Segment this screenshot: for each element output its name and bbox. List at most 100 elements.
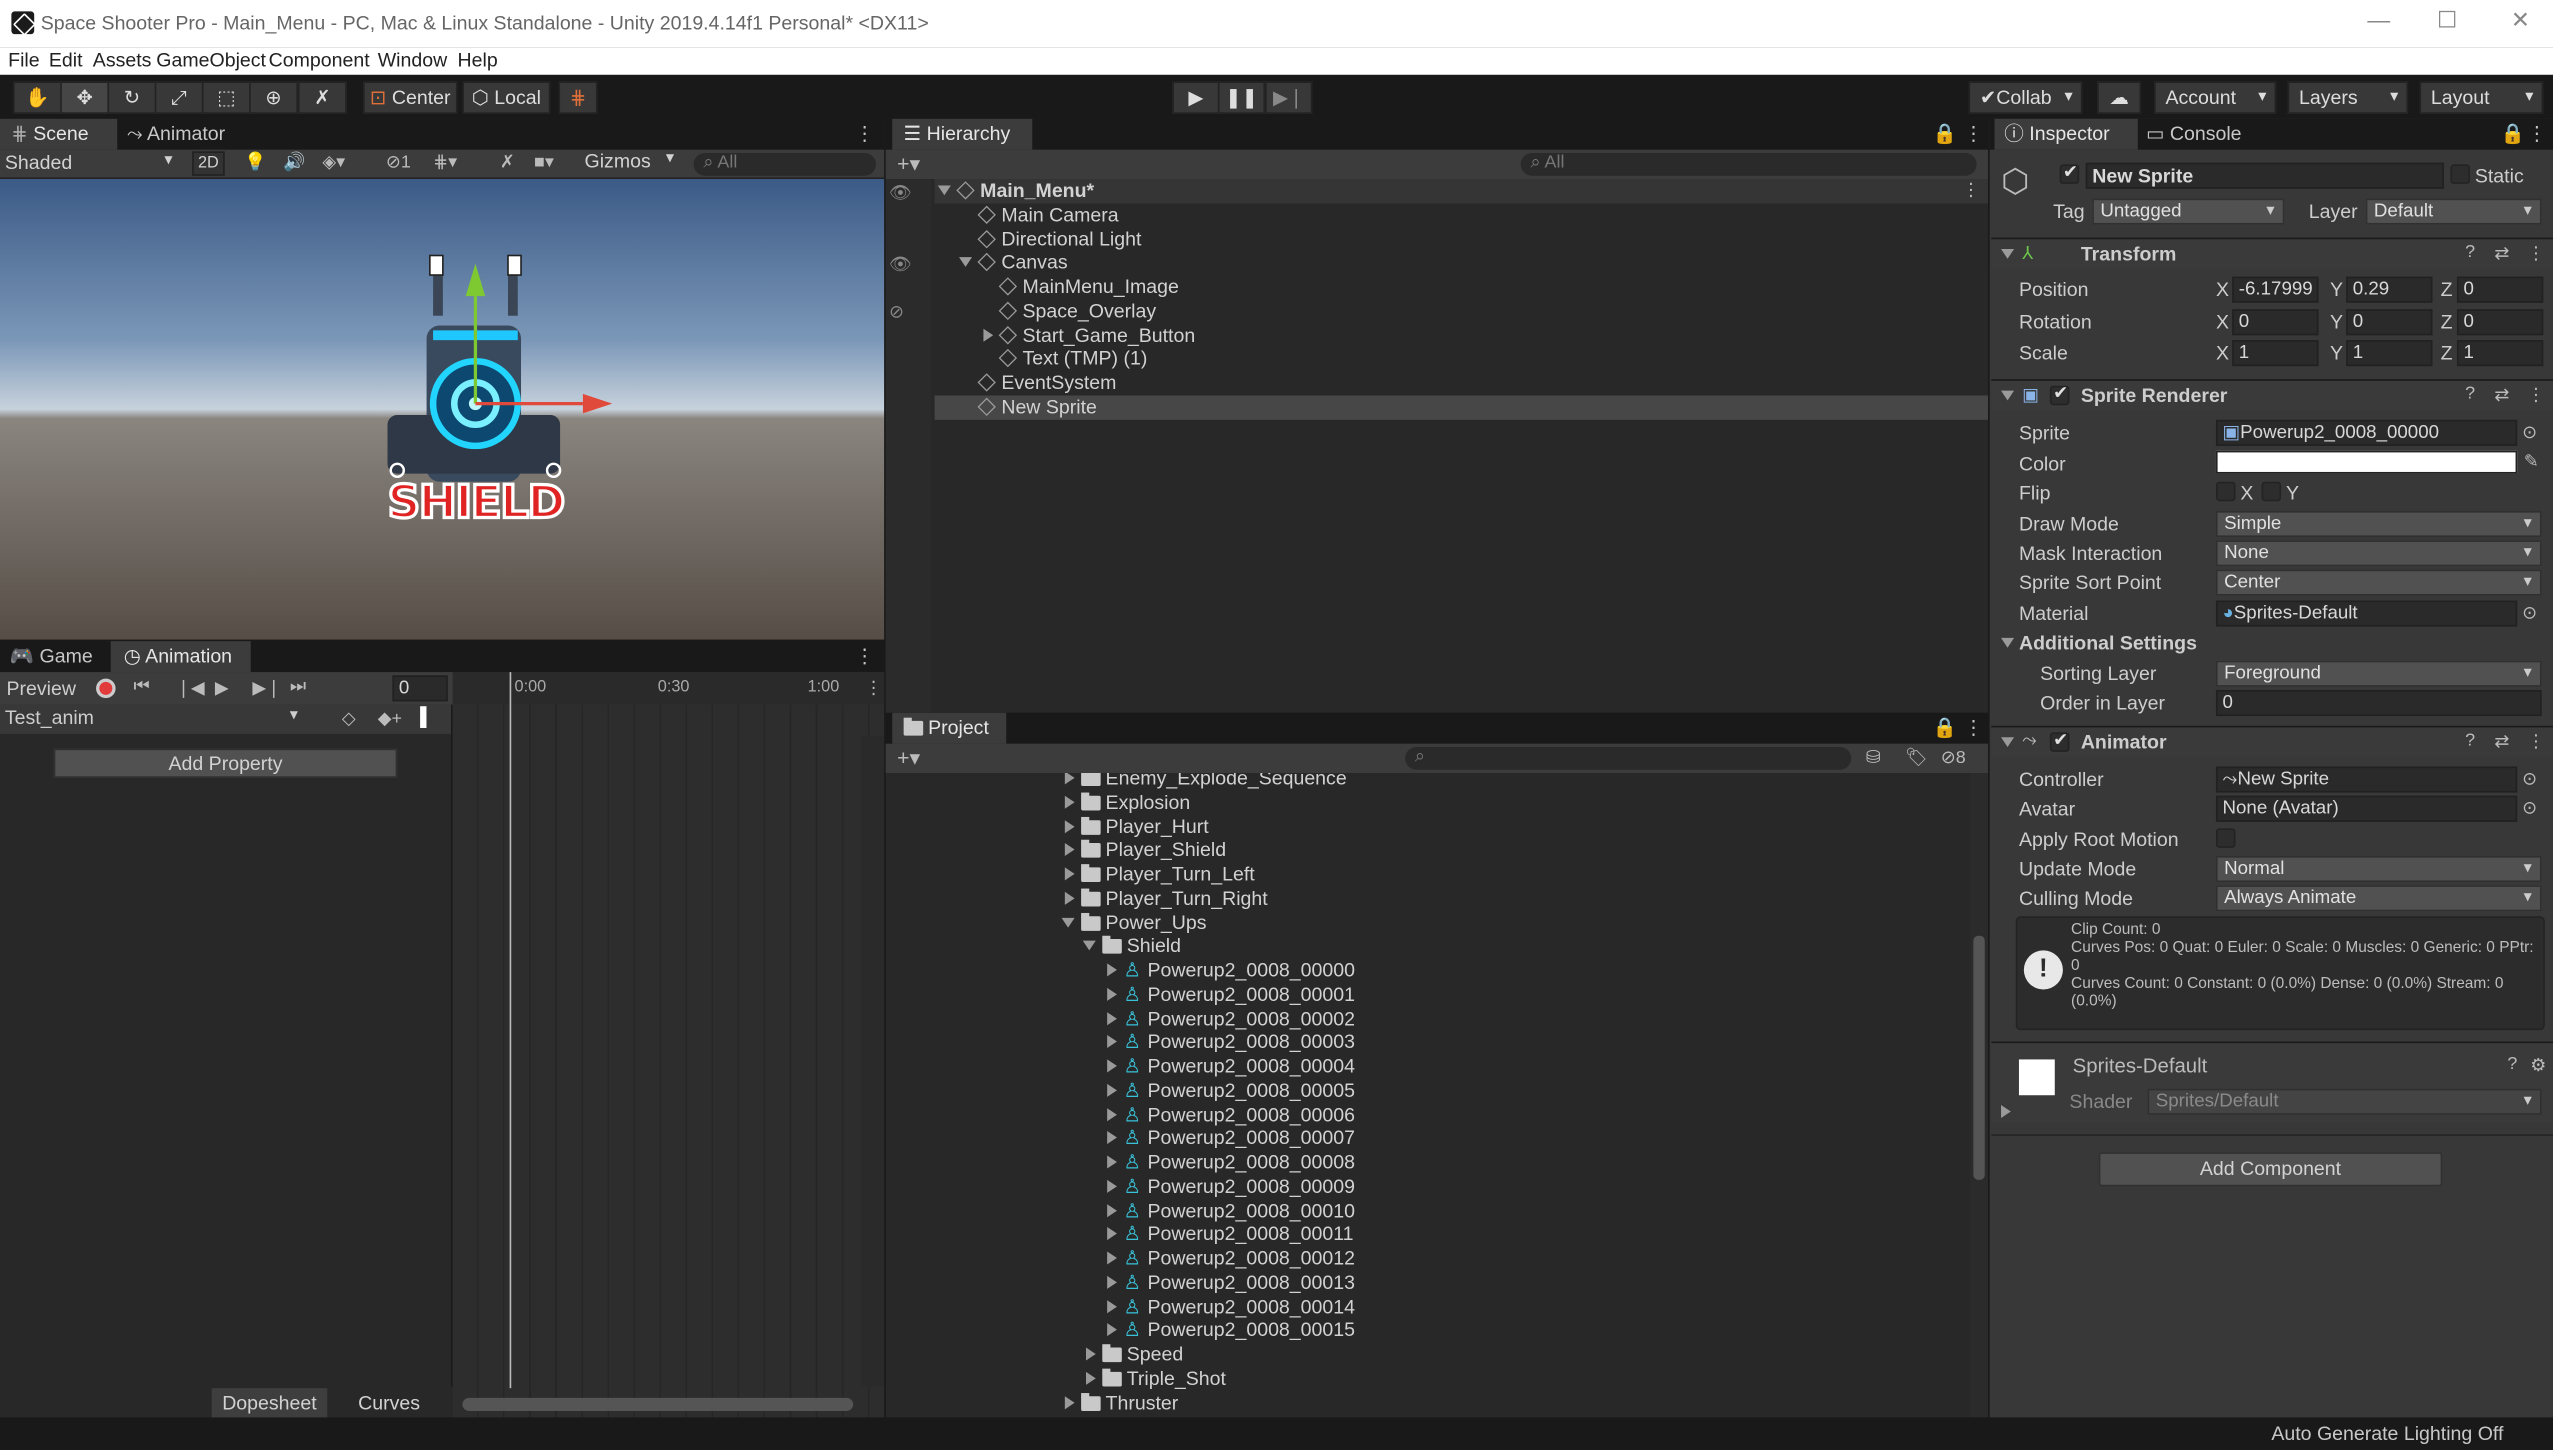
collapse-arrow-icon[interactable] [1107,1203,1117,1217]
position-x-field[interactable]: -6.17999 [2232,276,2319,303]
hierarchy-item[interactable]: New Sprite [934,395,1989,420]
scale-y-field[interactable]: 1 [2346,340,2433,367]
pivot-center-button[interactable]: ⊡ Center [363,81,458,114]
layer-dropdown[interactable]: Default [2365,198,2542,225]
menu-window[interactable]: Window [378,49,448,72]
apply-root-motion-checkbox[interactable] [2215,828,2236,848]
menu-component[interactable]: Component [269,49,370,72]
gizmos-dropdown[interactable]: Gizmos [585,150,683,178]
account-dropdown[interactable]: Account [2154,81,2277,114]
prev-key-icon[interactable]: ❘◀ [176,677,205,699]
create-plus-icon[interactable]: +▾ [897,745,920,771]
update-mode-dropdown[interactable]: Normal [2215,856,2542,883]
hierarchy-item[interactable]: Main Camera [935,203,1988,227]
project-folder[interactable]: Enemy_Explode_Sequence [886,773,1967,790]
pivot-local-button[interactable]: ⬡ Local [462,81,551,114]
record-icon[interactable] [96,678,116,699]
expand-arrow-icon[interactable] [1061,917,1075,927]
collapse-arrow-icon[interactable] [1107,1179,1117,1193]
project-asset[interactable]: ♙ Powerup2_0008_00009 [886,1175,1967,1199]
hierarchy-item[interactable]: EventSystem [935,371,1988,395]
project-folder[interactable]: Speed [886,1343,1967,1367]
flip-y-checkbox[interactable] [2261,481,2282,502]
tab-animation[interactable]: ◷ Animation [110,641,251,673]
collapse-arrow-icon[interactable] [1107,1299,1117,1313]
collapse-arrow-icon[interactable] [1107,963,1117,977]
layers-dropdown[interactable]: Layers [2287,81,2409,114]
menu-assets[interactable]: Assets [93,49,152,72]
dopesheet-area[interactable] [452,704,885,1418]
project-asset[interactable]: ♙ Powerup2_0008_00002 [886,1007,1967,1031]
scale-z-field[interactable]: 1 [2456,340,2544,367]
add-property-button[interactable]: Add Property [53,748,398,778]
collapse-arrow-icon[interactable] [1107,1011,1117,1025]
help-icon[interactable]: ? [2507,1055,2517,1075]
project-asset[interactable]: ♙ Powerup2_0008_00013 [886,1271,1967,1295]
project-folder[interactable]: Shield [886,935,1967,959]
play-anim-icon[interactable]: ▶ [215,677,229,699]
expand-arrow-icon[interactable] [959,257,973,268]
active-checkbox[interactable] [2059,161,2080,184]
collapse-arrow-icon[interactable] [1107,1323,1117,1337]
collapse-arrow-icon[interactable] [1107,1083,1117,1097]
project-asset[interactable]: ♙ Powerup2_0008_00008 [886,1151,1967,1175]
preset-icon[interactable]: ⇄ [2494,242,2509,264]
transform-header[interactable]: ⅄ Transform ? ⇄ ⋮ [1991,237,2553,269]
create-plus-icon[interactable]: +▾ [897,151,920,177]
tab-console[interactable]: ▭ Console [2146,119,2276,150]
shader-dropdown[interactable]: Sprites/Default [2147,1088,2542,1115]
animation-menu-icon[interactable]: ⋮ [855,641,878,672]
tab-game[interactable]: 🎮 Game [0,641,107,672]
playhead[interactable] [509,672,512,1389]
collapse-arrow-icon[interactable] [1107,1107,1117,1121]
project-asset[interactable]: ♙ Powerup2_0008_00010 [886,1199,1967,1223]
hierarchy-item[interactable]: Text (TMP) (1) [935,347,1988,371]
scale-x-field[interactable]: 1 [2232,340,2319,367]
position-z-field[interactable]: 0 [2456,276,2544,303]
close-button[interactable]: ✕ [2496,7,2545,35]
material-field[interactable]: ◕Sprites-Default [2215,600,2518,627]
dopesheet-tab[interactable]: Dopesheet [211,1388,328,1418]
object-picker-icon[interactable]: ⊙ [2522,421,2537,443]
keyframe-icon[interactable]: ◇ [342,708,356,730]
scene-menu-icon[interactable]: ⋮ [1962,179,1980,201]
tab-inspector[interactable]: ⓘ Inspector [1994,118,2138,150]
project-scroll-thumb[interactable] [1973,935,1985,1180]
project-folder[interactable]: Power_Ups [886,911,1967,935]
menu-gameobject[interactable]: GameObject [156,49,266,72]
object-picker-icon[interactable]: ⊙ [2522,602,2537,624]
object-name-field[interactable]: New Sprite [2085,162,2444,189]
collapse-arrow-icon[interactable] [1086,1347,1096,1361]
collapse-arrow-icon[interactable] [1064,1395,1075,1409]
collapse-arrow-icon[interactable] [1064,819,1075,833]
hidden-packages-icon[interactable]: ⊘8 [1941,747,1966,769]
project-asset[interactable]: ♙ Powerup2_0008_00012 [886,1247,1967,1271]
foldout-icon[interactable] [2001,637,2015,648]
expand-arrow-icon[interactable] [1082,941,1096,951]
project-asset[interactable]: ♙ Powerup2_0008_00015 [886,1319,1967,1343]
menu-edit[interactable]: Edit [49,49,83,72]
hierarchy-item[interactable]: Directional Light [935,227,1988,251]
custom-tool-icon[interactable]: ✗ [297,81,347,114]
last-key-icon[interactable]: ⏭ [290,677,306,698]
project-asset[interactable]: ♙ Powerup2_0008_00007 [886,1127,1967,1151]
shield-powerup-sprite[interactable] [0,179,884,640]
move-tool-icon[interactable]: ✥ [60,81,110,114]
hierarchy-item[interactable]: Start_Game_Button [935,323,1988,347]
collapse-arrow-icon[interactable] [1107,1131,1117,1145]
order-in-layer-field[interactable]: 0 [2215,690,2542,717]
static-checkbox[interactable] [2450,164,2470,184]
project-asset[interactable]: ♙ Powerup2_0008_00003 [886,1031,1967,1055]
pause-button[interactable]: ❚❚ [1217,81,1266,114]
component-menu-icon[interactable]: ⋮ [2527,384,2545,406]
help-icon[interactable]: ? [2465,242,2475,262]
effects-icon[interactable]: ◈▾ [322,151,345,173]
avatar-field[interactable]: None (Avatar) [2215,795,2518,822]
2d-toggle[interactable]: 2D [192,151,225,176]
rotation-z-field[interactable]: 0 [2456,309,2544,336]
draw-mode-dropdown[interactable]: Simple [2215,510,2542,538]
tag-dropdown[interactable]: Untagged [2092,198,2285,225]
play-button[interactable]: ▶ [1172,81,1220,114]
camera-icon[interactable]: ■▾ [534,151,554,173]
filter-label-icon[interactable]: 🏷 [1905,747,1928,769]
